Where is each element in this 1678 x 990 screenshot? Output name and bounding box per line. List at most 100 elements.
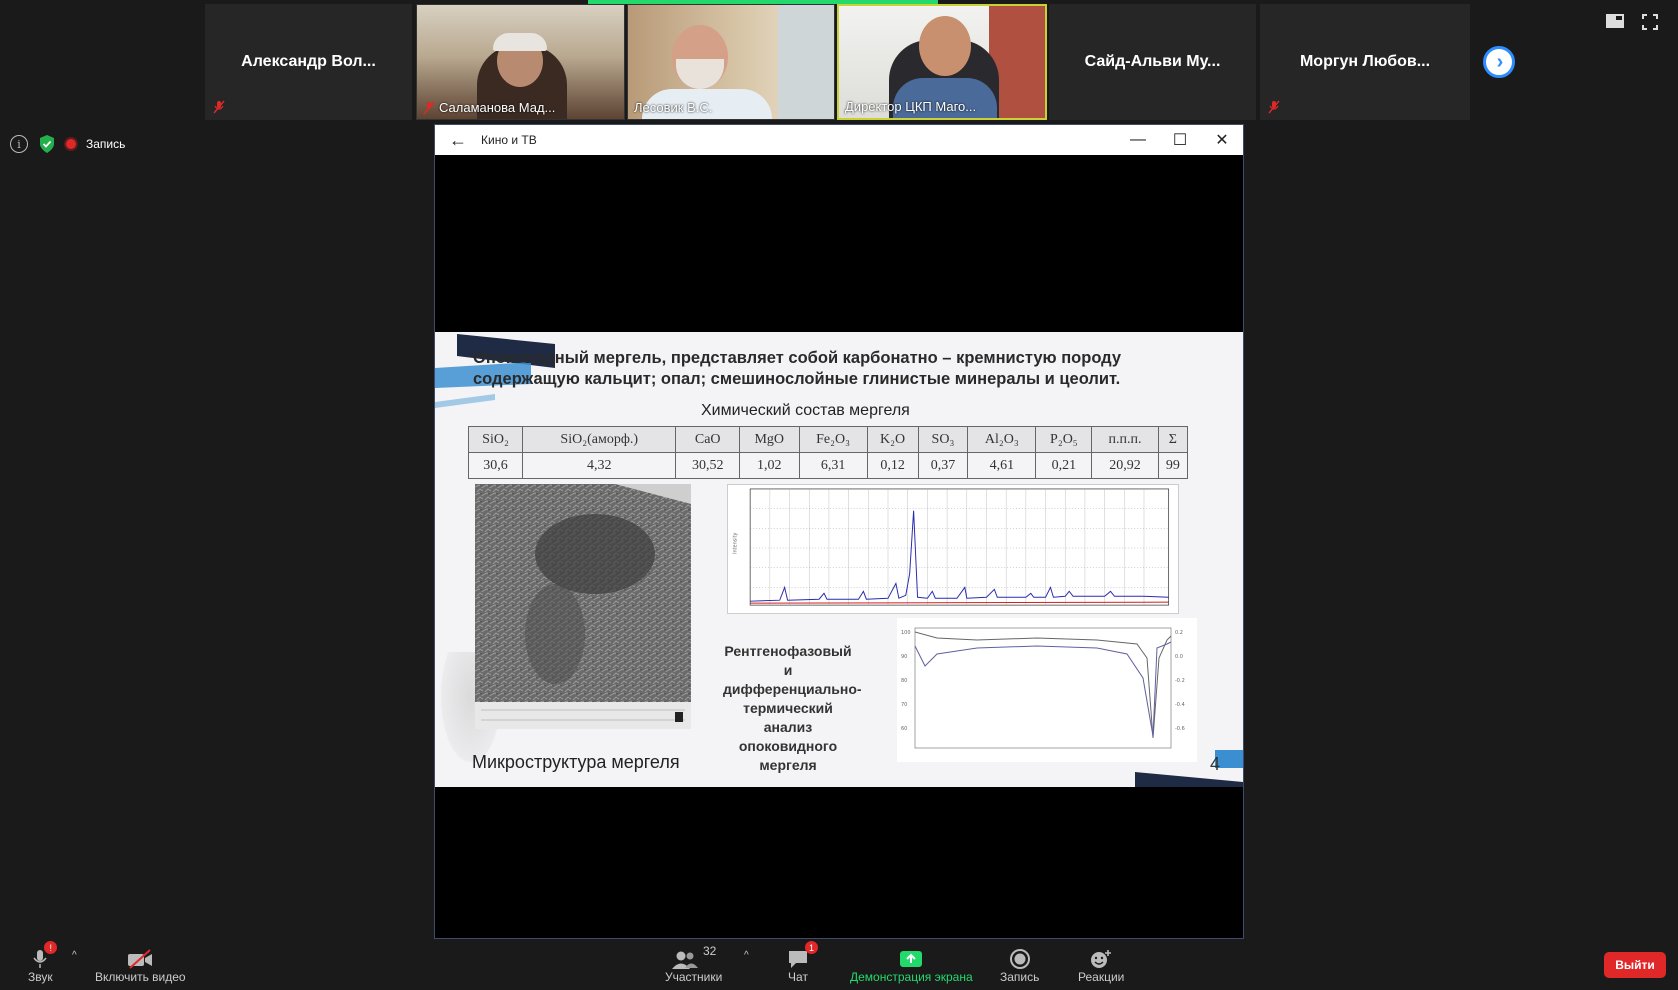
table-header: Al₂O₃: [967, 426, 1037, 453]
chemical-composition-table: SiO₂ SiO₂(аморф.) CaO MgO Fe₂O₃ K₂O SO₃ …: [468, 426, 1189, 479]
mic-muted-icon: [1268, 100, 1280, 114]
table-cell: 4,61: [967, 452, 1037, 479]
meeting-toolbar: [0, 940, 1678, 990]
table-header: Σ: [1157, 426, 1189, 453]
reactions-label: Реакции: [1078, 970, 1125, 984]
table-cell: 30,6: [468, 452, 523, 479]
table-cell: 0,21: [1035, 452, 1093, 479]
table-title: Химический состав мергеля: [701, 402, 910, 419]
table-header-row: SiO₂ SiO₂(аморф.) CaO MgO Fe₂O₃ K₂O SO₃ …: [468, 426, 1189, 453]
presentation-slide: Опоковидный мергель, представляет собой …: [435, 332, 1243, 787]
table-cell: 0,37: [917, 452, 969, 479]
table-header: Fe₂O₃: [798, 426, 868, 453]
participants-count: 32: [702, 944, 717, 958]
participant-name: Сайд-Альви Му...: [1084, 53, 1221, 70]
table-header: CaO: [675, 426, 740, 453]
table-header: SiO₂(аморф.): [521, 426, 677, 453]
participants-options-caret-icon[interactable]: ^: [744, 950, 749, 961]
record-label: Запись: [1000, 970, 1040, 984]
info-icon[interactable]: i: [10, 135, 28, 153]
recording-label: Запись: [86, 137, 126, 151]
start-video-button[interactable]: Включить видео: [95, 944, 186, 984]
participants-label: Участники: [665, 970, 723, 984]
svg-text:-0.4: -0.4: [1175, 702, 1185, 708]
participant-video-tile-active[interactable]: Директор ЦКП Маго...: [837, 4, 1047, 120]
share-screen-label: Демонстрация экрана: [850, 970, 973, 984]
audio-label: Звук: [28, 970, 53, 984]
record-icon: [1009, 949, 1030, 969]
svg-text:60: 60: [901, 726, 907, 732]
participant-name: Директор ЦКП Маго...: [845, 99, 977, 114]
slide-page-number: 4: [1210, 754, 1221, 774]
participants-button[interactable]: 32 Участники: [665, 944, 722, 984]
video-off-icon: [128, 949, 153, 969]
recording-dot-icon: [66, 139, 76, 149]
svg-text:100: 100: [901, 630, 911, 636]
svg-text:-0.2: -0.2: [1175, 678, 1185, 684]
mic-muted-icon: [423, 101, 435, 114]
table-header: SO₃: [917, 426, 969, 453]
chat-label: Чат: [788, 970, 808, 984]
svg-text:-0.6: -0.6: [1175, 726, 1185, 732]
table-header: SiO₂: [468, 426, 523, 453]
micro-caption: Микроструктура мергеля: [472, 752, 680, 772]
meeting-status-row: i Запись: [10, 134, 125, 154]
window-titlebar: ← Кино и ТВ — ☐ ✕: [435, 125, 1243, 155]
reactions-icon: [1091, 950, 1112, 968]
svg-text:90: 90: [901, 654, 907, 660]
maximize-icon[interactable]: ☐: [1159, 125, 1201, 155]
table-row: 30,6 4,32 30,52 1,02 6,31 0,12 0,37 4,61…: [468, 452, 1189, 479]
leave-meeting-button[interactable]: Выйти: [1604, 952, 1666, 978]
table-cell: 0,12: [866, 452, 919, 479]
chevron-right-icon: ›: [1496, 51, 1504, 73]
participant-video-tile[interactable]: Лесовик В.С.: [627, 4, 835, 120]
minimize-icon[interactable]: —: [1117, 125, 1159, 155]
speaker-view-icon[interactable]: [1606, 14, 1624, 28]
share-screen-icon: [900, 951, 923, 967]
person-head: [919, 16, 971, 76]
svg-text:80: 80: [901, 678, 907, 684]
table-header: K₂O: [866, 426, 919, 453]
participant-tile[interactable]: Сайд-Альви Му...: [1049, 4, 1256, 120]
table-header: P₂O₅: [1035, 426, 1093, 453]
table-cell: 1,02: [738, 452, 800, 479]
table-cell: 4,32: [521, 452, 677, 479]
participant-name: Моргун Любов...: [1299, 53, 1431, 70]
headscarf-shape: [493, 33, 547, 51]
svg-text:Intensity: Intensity: [732, 532, 738, 553]
record-button[interactable]: Запись: [1000, 944, 1039, 984]
close-icon[interactable]: ✕: [1201, 125, 1243, 155]
table-cell: 99: [1157, 452, 1189, 479]
video-label: Включить видео: [95, 970, 186, 984]
audio-options-caret-icon[interactable]: ^: [72, 950, 77, 961]
dta-thermal-chart: 100 90 80 70 60 0.2 0.0 -0.2 -0.4 -0.6: [897, 618, 1197, 762]
table-cell: 20,92: [1091, 452, 1159, 479]
participant-name: Лесовик В.С.: [634, 100, 713, 115]
table-header: п.п.п.: [1091, 426, 1159, 453]
next-page-button[interactable]: ›: [1483, 46, 1515, 78]
back-arrow-icon[interactable]: ←: [435, 130, 481, 151]
chat-unread-badge: 1: [805, 941, 818, 954]
shared-screen-window: ← Кино и ТВ — ☐ ✕ Опоковидный мергель, п…: [434, 124, 1244, 939]
table-cell: 6,31: [798, 452, 868, 479]
slide-title: Опоковидный мергель, представляет собой …: [473, 349, 1122, 388]
analysis-caption: Рентгенофазовый и дифференциально-термич…: [723, 643, 862, 773]
table-header: MgO: [738, 426, 800, 453]
table-cell: 30,52: [675, 452, 740, 479]
audio-button[interactable]: ! Звук: [28, 941, 58, 984]
mic-muted-icon: [213, 100, 225, 114]
shield-icon[interactable]: [38, 134, 56, 154]
participant-name: Александр Вол...: [241, 53, 376, 70]
sem-micrograph-image: [475, 484, 691, 729]
participants-icon: [671, 951, 698, 969]
participant-tile[interactable]: Моргун Любов...: [1260, 4, 1470, 120]
xrd-pattern-chart: Intensity: [727, 484, 1179, 614]
participant-name: Саламанова Мад...: [439, 100, 556, 115]
participant-tile[interactable]: Александр Вол...: [205, 4, 412, 120]
share-screen-button[interactable]: Демонстрация экрана: [850, 944, 973, 984]
fullscreen-icon[interactable]: [1642, 14, 1658, 30]
chat-button[interactable]: 1 Чат: [786, 941, 818, 984]
participant-video-tile[interactable]: Саламанова Мад...: [416, 4, 625, 120]
door-shape: [778, 5, 834, 119]
reactions-button[interactable]: Реакции: [1078, 944, 1124, 984]
